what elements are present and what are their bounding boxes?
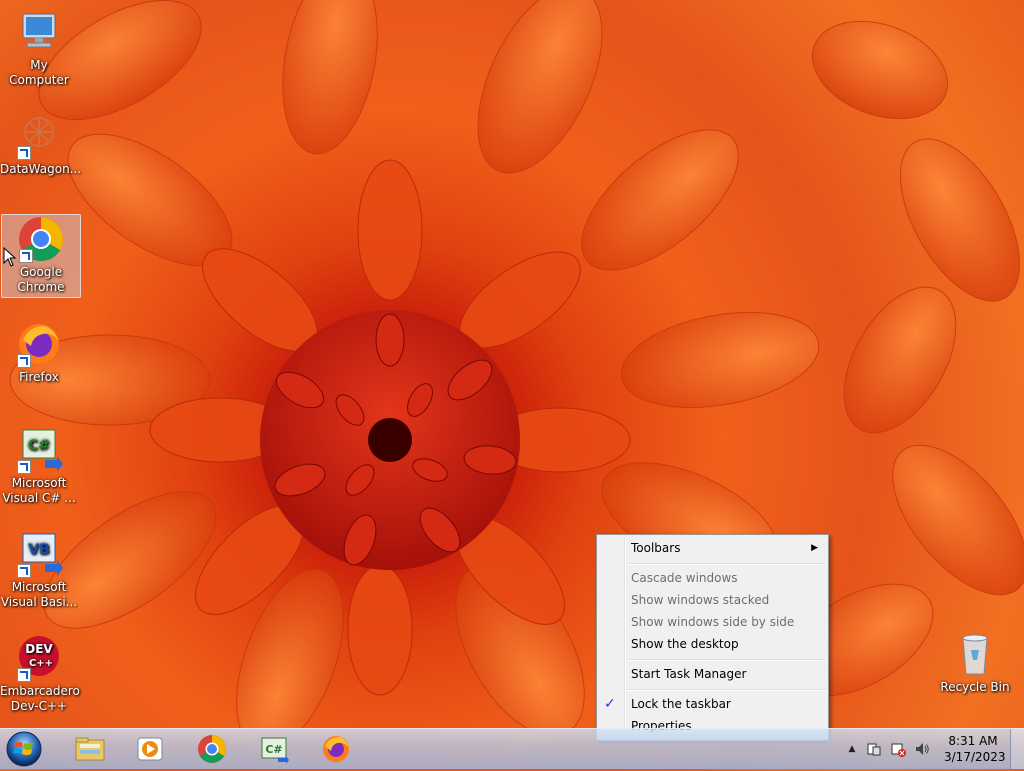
taskbar-csharp-badge: C# xyxy=(265,743,282,756)
wallpaper xyxy=(0,0,1024,728)
shortcut-arrow-icon xyxy=(17,146,31,160)
desktop-icon-label: My Computer xyxy=(9,58,69,87)
csharp-badge-text: C# xyxy=(28,438,50,454)
media-player-icon xyxy=(134,734,166,764)
system-clock[interactable]: 8:31 AM 3/17/2023 xyxy=(944,733,1006,765)
menu-item-label: Toolbars xyxy=(631,541,681,555)
menu-item-label: Start Task Manager xyxy=(631,667,747,681)
desktop-icon-visual-csharp[interactable]: C# Microsoft Visual C# ... xyxy=(0,426,78,506)
shortcut-arrow-icon xyxy=(17,460,31,474)
menu-item-label: Cascade windows xyxy=(631,571,738,585)
desktop-icon-label: Recycle Bin xyxy=(940,680,1010,694)
taskbar-visual-csharp[interactable]: C# xyxy=(246,731,302,767)
taskbar-windows-explorer[interactable] xyxy=(62,731,118,767)
clock-time: 8:31 AM xyxy=(948,734,998,748)
submenu-arrow-icon: ▶ xyxy=(811,543,818,553)
desktop-icon-label: Embarcadero Dev-C++ xyxy=(0,684,80,713)
menu-item-show-windows-stacked[interactable]: Show windows stacked xyxy=(599,589,826,611)
visual-basic-icon: VB xyxy=(15,530,63,578)
desktop-icon-firefox[interactable]: Firefox xyxy=(0,320,78,385)
menu-item-start-task-manager[interactable]: Start Task Manager xyxy=(599,663,826,685)
desktop-icon-my-computer[interactable]: My Computer xyxy=(0,8,78,88)
menu-item-show-windows-side-by-side[interactable]: Show windows side by side xyxy=(599,611,826,633)
shortcut-arrow-icon xyxy=(17,668,31,682)
chrome-icon xyxy=(17,215,65,263)
desktop-icon-label: DataWagon... xyxy=(0,162,82,176)
datawagon-icon xyxy=(15,112,63,160)
firefox-icon xyxy=(320,734,352,764)
visual-csharp-icon: C# xyxy=(15,426,63,474)
menu-item-cascade-windows[interactable]: Cascade windows xyxy=(599,567,826,589)
devcpp-icon: DEV C++ xyxy=(15,634,63,682)
shortcut-arrow-icon xyxy=(17,564,31,578)
desktop-icon-label: Microsoft Visual C# ... xyxy=(2,476,76,505)
windows-explorer-icon xyxy=(74,734,106,764)
windows-logo-icon xyxy=(6,731,42,767)
desktop-icon-label: Firefox xyxy=(19,370,59,384)
taskbar-firefox[interactable] xyxy=(308,731,364,767)
desktop-icon-devcpp[interactable]: DEV C++ Embarcadero Dev-C++ xyxy=(0,634,80,714)
shortcut-arrow-icon xyxy=(19,249,33,263)
network-error-icon[interactable] xyxy=(890,741,906,757)
desktop-icon-visual-basic[interactable]: VB Microsoft Visual Basi... xyxy=(0,530,78,610)
clock-date: 3/17/2023 xyxy=(944,750,1006,764)
menu-item-show-the-desktop[interactable]: Show the desktop xyxy=(599,633,826,655)
taskbar-context-menu: Toolbars ▶ Cascade windows Show windows … xyxy=(596,534,829,741)
show-hidden-icons-arrow[interactable]: ▲ xyxy=(844,741,860,757)
show-desktop-button[interactable] xyxy=(1010,729,1024,769)
menu-item-label: Show windows stacked xyxy=(631,593,770,607)
computer-icon xyxy=(15,8,63,56)
vb-badge-text: VB xyxy=(28,542,50,558)
menu-item-label: Show the desktop xyxy=(631,637,739,651)
firefox-icon xyxy=(15,320,63,368)
menu-separator xyxy=(627,689,826,691)
action-center-flag-icon[interactable] xyxy=(866,741,882,757)
taskbar[interactable]: C# ▲ 8:31 AM 3/17/2023 xyxy=(0,728,1024,769)
recycle-bin-icon xyxy=(951,630,999,678)
menu-item-label: Lock the taskbar xyxy=(631,697,731,711)
shortcut-arrow-icon xyxy=(17,354,31,368)
taskbar-google-chrome[interactable] xyxy=(184,731,240,767)
checkmark-icon: ✓ xyxy=(604,696,616,712)
visual-csharp-icon: C# xyxy=(258,734,290,764)
menu-item-toolbars[interactable]: Toolbars ▶ xyxy=(599,537,826,559)
menu-item-label: Show windows side by side xyxy=(631,615,795,629)
menu-item-lock-the-taskbar[interactable]: ✓ Lock the taskbar xyxy=(599,693,826,715)
desktop-icon-label: Microsoft Visual Basi... xyxy=(0,580,78,609)
start-button[interactable] xyxy=(4,730,44,768)
devcpp-badge-sub: C++ xyxy=(29,658,53,669)
menu-separator xyxy=(627,563,826,565)
devcpp-badge-text: DEV xyxy=(25,642,53,656)
mouse-cursor-icon xyxy=(3,246,17,270)
menu-separator xyxy=(627,659,826,661)
desktop-icon-recycle-bin[interactable]: Recycle Bin xyxy=(936,630,1014,695)
volume-icon[interactable] xyxy=(914,741,930,757)
chrome-icon xyxy=(196,734,228,764)
taskbar-media-player[interactable] xyxy=(122,731,178,767)
desktop-icon-datawagon[interactable]: DataWagon... xyxy=(0,112,82,177)
